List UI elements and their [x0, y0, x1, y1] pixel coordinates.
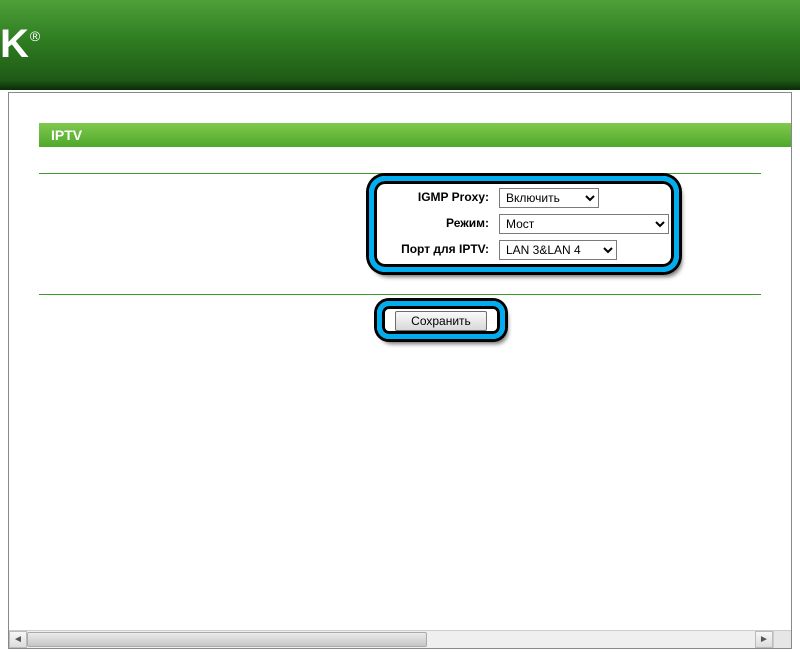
select-iptv-port[interactable]: LAN 3&LAN 4 — [499, 240, 617, 260]
chevron-left-icon: ◄ — [13, 634, 23, 645]
separator-bottom — [39, 294, 761, 295]
select-mode[interactable]: Мост — [499, 214, 669, 234]
brand-logo-text: K — [0, 22, 28, 66]
scroll-track[interactable] — [27, 631, 755, 648]
content-frame: IPTV IGMP Proxy: Включить Режим: Мост По… — [8, 92, 792, 649]
brand-logo: K® — [0, 22, 37, 67]
scroll-thumb[interactable] — [27, 632, 427, 647]
label-mode: Режим: — [369, 216, 489, 230]
iptv-settings-form: IGMP Proxy: Включить Режим: Мост Порт дл… — [39, 174, 761, 294]
page-title: IPTV — [39, 123, 791, 147]
scroll-corner — [773, 630, 791, 648]
scroll-right-button[interactable]: ► — [755, 631, 773, 648]
brand-registered: ® — [30, 28, 39, 44]
chevron-right-icon: ► — [759, 634, 769, 645]
save-area: Сохранить — [39, 299, 761, 355]
label-igmp-proxy: IGMP Proxy: — [369, 190, 489, 204]
save-button[interactable]: Сохранить — [395, 311, 487, 331]
select-igmp-proxy[interactable]: Включить — [499, 188, 599, 208]
content-scroll: IPTV IGMP Proxy: Включить Режим: Мост По… — [9, 93, 791, 628]
label-iptv-port: Порт для IPTV: — [369, 242, 489, 256]
horizontal-scrollbar[interactable]: ◄ ► — [9, 630, 773, 648]
header-band: K® — [0, 0, 800, 90]
scroll-left-button[interactable]: ◄ — [9, 631, 27, 648]
